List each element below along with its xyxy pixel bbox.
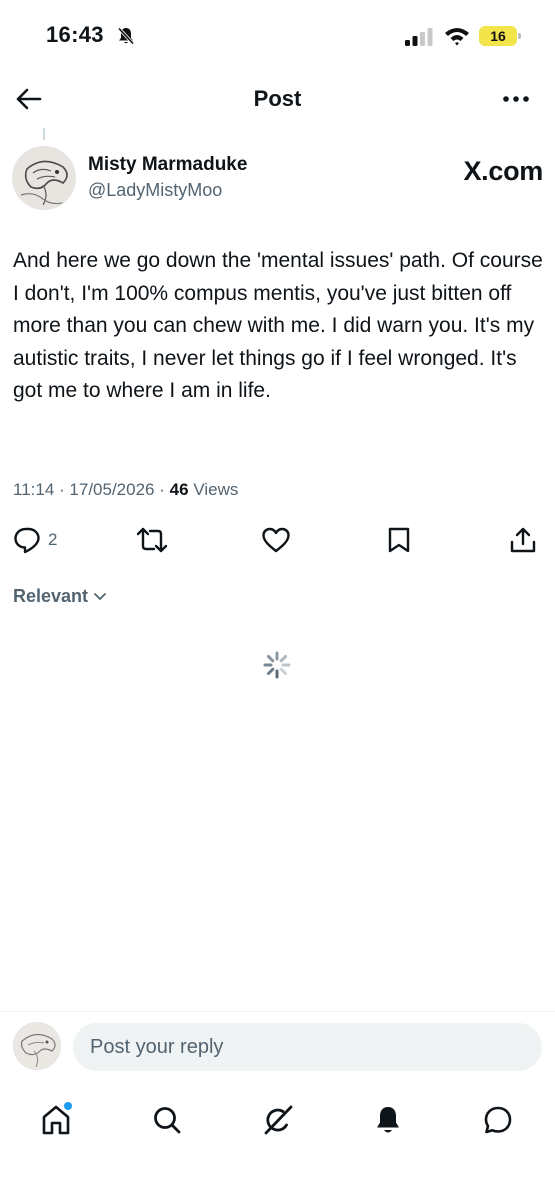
reply-divider [0,1011,555,1012]
home-notification-dot [64,1102,72,1110]
share-icon [510,527,536,553]
battery-icon: 16 [479,26,521,46]
repost-button[interactable] [136,526,168,554]
reply-input[interactable] [73,1023,542,1071]
share-button[interactable] [509,526,537,554]
meta-separator: · [159,480,165,499]
post-actions: 2 [0,522,555,562]
replies-sort-dropdown[interactable]: Relevant [13,586,107,607]
signal-icon [405,28,435,46]
reply-icon [14,527,40,554]
post-date[interactable]: 17/05/2026 [69,480,154,499]
top-nav-bar: Post [0,74,555,124]
author-avatar[interactable] [12,146,76,210]
tab-notifications[interactable] [366,1098,410,1142]
current-user-avatar[interactable] [13,1022,61,1070]
post-time[interactable]: 11:14 [13,480,54,499]
bottom-tab-bar [0,1090,555,1146]
tab-home[interactable] [34,1098,78,1142]
repost-icon [136,527,168,553]
tab-search[interactable] [145,1098,189,1142]
tab-grok[interactable] [256,1098,300,1142]
wifi-icon [444,26,470,51]
thread-connector-line [43,128,45,140]
reply-count: 2 [48,530,58,549]
author-handle[interactable]: @LadyMistyMoo [88,180,222,201]
reply-button[interactable]: 2 [13,526,57,554]
replies-sort-label: Relevant [13,586,89,606]
meta-separator: · [59,480,65,499]
avatar-image [13,147,75,209]
status-time: 16:43 [46,22,104,47]
tab-messages[interactable] [476,1098,520,1142]
grok-icon [264,1105,293,1135]
bookmark-icon [388,527,410,553]
x-com-watermark: X.com [463,156,543,186]
more-options-button[interactable] [499,84,533,114]
views-count: 46 [169,480,189,499]
reply-composer [0,1020,555,1076]
page-title: Post [253,86,302,111]
post-author: Misty Marmaduke @LadyMistyMoo X.com [12,146,543,212]
views-label: Views [193,480,239,499]
bookmark-button[interactable] [386,526,412,554]
like-button[interactable] [261,526,291,554]
status-bar: 16:43 16 [0,0,555,70]
search-icon [154,1107,181,1134]
loading-spinner-icon [263,651,291,679]
bell-muted-icon [116,26,136,51]
messages-icon [484,1106,512,1134]
more-horizontal-icon [503,96,529,102]
post-text: And here we go down the 'mental issues' … [13,249,543,402]
avatar-image [14,1023,60,1069]
chevron-down-icon [94,592,106,600]
like-icon [262,527,290,553]
author-display-name[interactable]: Misty Marmaduke [88,154,247,176]
post-meta: 11:14 · 17/05/2026 · 46 Views [13,480,238,500]
notifications-icon [377,1107,399,1133]
